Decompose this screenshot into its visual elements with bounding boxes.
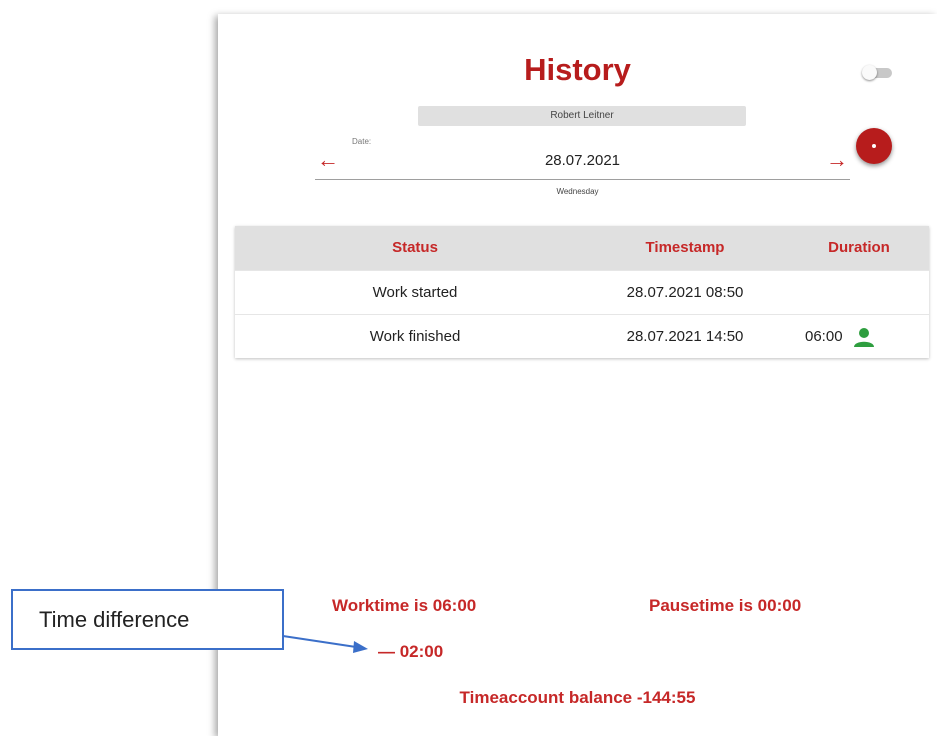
time-difference-callout: Time difference bbox=[11, 589, 284, 650]
